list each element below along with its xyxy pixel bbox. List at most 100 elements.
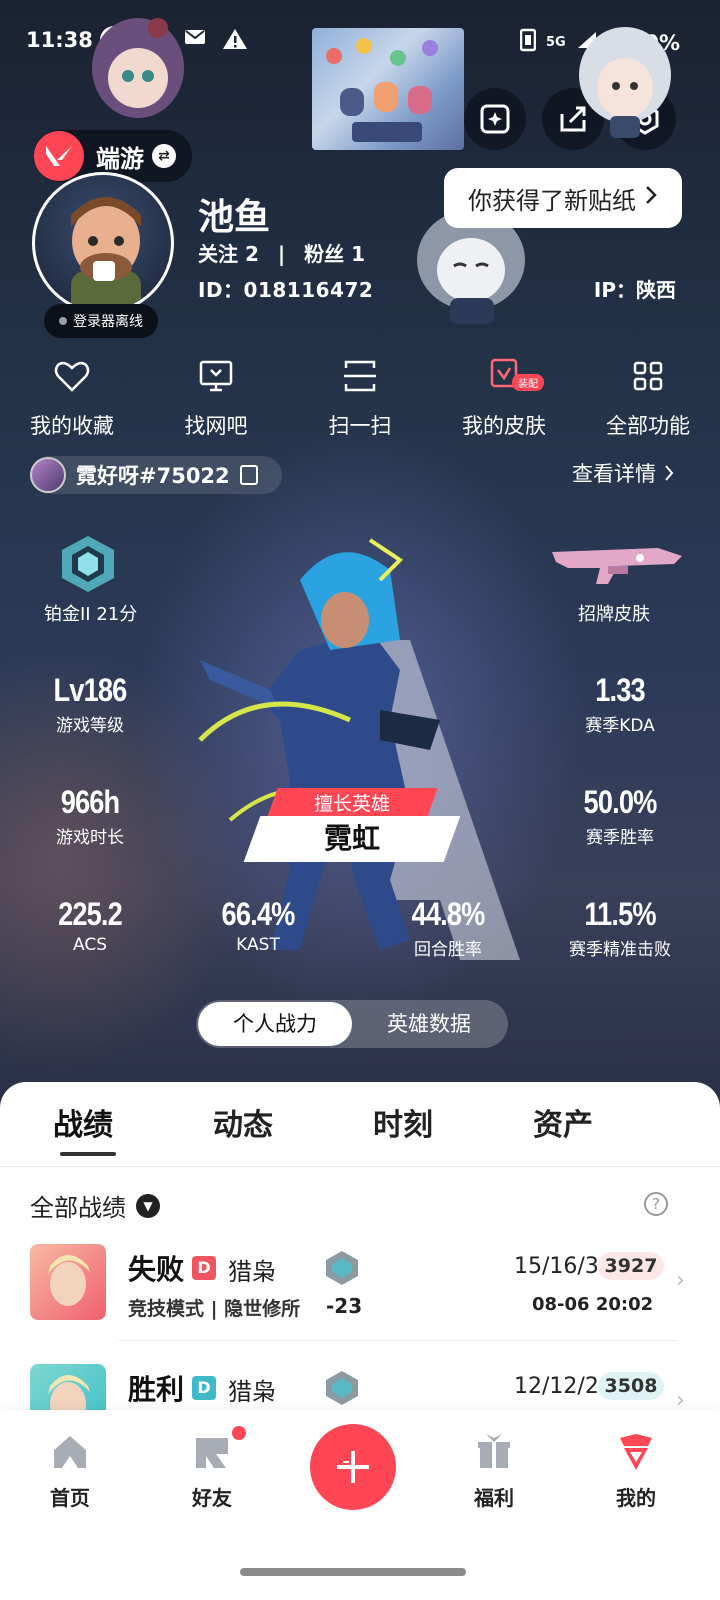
tab-match-history[interactable]: 战绩 (0, 1100, 160, 1144)
showcase-skin-image[interactable] (548, 544, 686, 590)
monitor-icon (199, 360, 233, 392)
shortcut-favorites[interactable]: 我的收藏 (0, 356, 144, 440)
round-win-label: 回合胜率 (414, 940, 482, 960)
avatar[interactable] (32, 172, 174, 314)
new-sticker-tooltip[interactable]: 你获得了新贴纸 (444, 168, 682, 228)
stat-winrate: 50.0% 赛季胜率 (558, 784, 682, 848)
notification-dot (232, 1426, 246, 1440)
chevron-right-icon[interactable]: › (676, 1268, 685, 1293)
showcase-skin-label: 招牌皮肤 (578, 604, 650, 625)
help-icon[interactable]: ? (644, 1192, 668, 1216)
riot-account-pill[interactable]: 霓好呀#75022 (30, 456, 282, 494)
follow-label[interactable]: 关注 (198, 242, 238, 266)
signal-icon (519, 28, 537, 57)
tab-assets[interactable]: 资产 (480, 1100, 640, 1144)
agent-thumbnail (30, 1244, 106, 1320)
status-dot-icon (59, 317, 67, 325)
agent-portrait (48, 1255, 90, 1306)
tab-moments[interactable]: 时刻 (320, 1100, 480, 1144)
sticker-icon (480, 104, 510, 134)
nav-home[interactable]: 首页 (20, 1432, 120, 1511)
best-agent-name[interactable]: 霓虹 (252, 816, 452, 862)
segment-agent-data[interactable]: 英雄数据 (352, 1002, 506, 1046)
event-banner[interactable] (312, 28, 464, 150)
game-mode-label: 端游 (96, 144, 144, 173)
tooltip-text: 你获得了新贴纸 (468, 186, 636, 215)
stat-hours: 966h 游戏时长 (28, 784, 152, 848)
ip-location: IP：陕西 (593, 278, 676, 302)
kast-value: 66.4% (221, 896, 296, 932)
follow-count[interactable]: 2 (245, 242, 259, 266)
content-tabs: 战绩 动态 时刻 资产 (0, 1100, 720, 1144)
valorant-logo-icon (34, 131, 84, 181)
round-win-value: 44.8% (411, 896, 486, 932)
account-avatar (30, 457, 66, 493)
nav-mine[interactable]: 我的 (586, 1432, 686, 1511)
kda-value: 1.33 (595, 672, 645, 708)
view-details-label: 查看详情 (572, 462, 656, 486)
map-type-badge: D (192, 1376, 216, 1400)
shortcut-label: 我的收藏 (30, 414, 114, 438)
home-icon (54, 1436, 86, 1468)
avatar-portrait (71, 197, 141, 311)
shortcut-label: 找网吧 (184, 414, 248, 438)
follow-divider: | (277, 242, 286, 266)
sticker-character-1 (92, 18, 184, 118)
riot-id: 霓好呀#75022 (76, 464, 230, 488)
match-date: 08-06 20:02 (532, 1294, 654, 1315)
network-label: 5G (546, 34, 566, 50)
fans-label[interactable]: 粉丝 (304, 242, 344, 266)
shortcut-row: 我的收藏 找网吧 扫一扫 装配 我的皮肤 全部功能 (0, 356, 720, 440)
nav-label: 首页 (50, 1486, 90, 1510)
segment-personal-power[interactable]: 个人战力 (198, 1002, 352, 1046)
active-tab-indicator (60, 1152, 116, 1156)
stats-segment-toggle: 个人战力 英雄数据 (196, 1000, 508, 1048)
acs-label: ACS (73, 935, 107, 955)
match-score: 3927 (598, 1252, 664, 1280)
stat-level: Lv186 游戏等级 (28, 672, 152, 736)
stat-acs: 225.2 ACS (28, 896, 152, 955)
nav-friends[interactable]: 好友 (162, 1432, 262, 1511)
rank-delta: -23 (326, 1294, 363, 1318)
fans-count[interactable]: 1 (351, 242, 365, 266)
nav-benefits[interactable]: 福利 (444, 1432, 544, 1511)
scan-icon (344, 360, 376, 392)
kda-label: 赛季KDA (585, 716, 655, 736)
shortcut-label: 全部功能 (606, 414, 690, 438)
shortcut-all-features[interactable]: 全部功能 (576, 356, 720, 440)
winrate-label: 赛季胜率 (586, 828, 654, 848)
friends-icon (196, 1438, 228, 1468)
acs-value: 225.2 (58, 896, 123, 932)
hours-label: 游戏时长 (56, 828, 124, 848)
home-indicator[interactable] (240, 1568, 466, 1576)
row-divider (118, 1340, 678, 1341)
login-status-text: 登录器离线 (73, 314, 143, 330)
rank-label: 铂金II 21分 (44, 604, 138, 625)
sticker-character-2 (579, 27, 671, 138)
stat-round-win: 44.8% 回合胜率 (386, 896, 510, 960)
view-details-link[interactable]: 查看详情 (572, 458, 674, 488)
chevron-right-icon (644, 184, 658, 212)
copy-icon[interactable] (239, 465, 258, 485)
plus-icon (337, 1451, 369, 1483)
stat-kda: 1.33 赛季KDA (558, 672, 682, 736)
chevron-down-icon: ▼ (136, 1193, 160, 1218)
match-filter-dropdown[interactable]: 全部战绩 ▼ (30, 1188, 160, 1223)
level-value: Lv186 (53, 672, 128, 708)
hours-value: 966h (60, 784, 120, 820)
nav-label: 好友 (192, 1486, 232, 1510)
shortcut-internet-cafe[interactable]: 找网吧 (144, 356, 288, 440)
shortcut-my-skins[interactable]: 装配 我的皮肤 (432, 356, 576, 440)
kast-label: KAST (236, 935, 280, 955)
sticker-button[interactable] (464, 88, 526, 150)
tab-feed[interactable]: 动态 (160, 1100, 320, 1144)
match-kda: 12/12/2 (514, 1374, 599, 1399)
warning-icon (222, 27, 248, 53)
shortcut-scan[interactable]: 扫一扫 (288, 356, 432, 440)
filter-label: 全部战绩 (30, 1194, 126, 1222)
create-post-button[interactable] (310, 1424, 396, 1510)
tab-divider (0, 1166, 720, 1167)
stat-kast: 66.4% KAST (196, 896, 320, 955)
match-kda: 15/16/3 (514, 1254, 599, 1279)
rank-icon (326, 1251, 358, 1285)
